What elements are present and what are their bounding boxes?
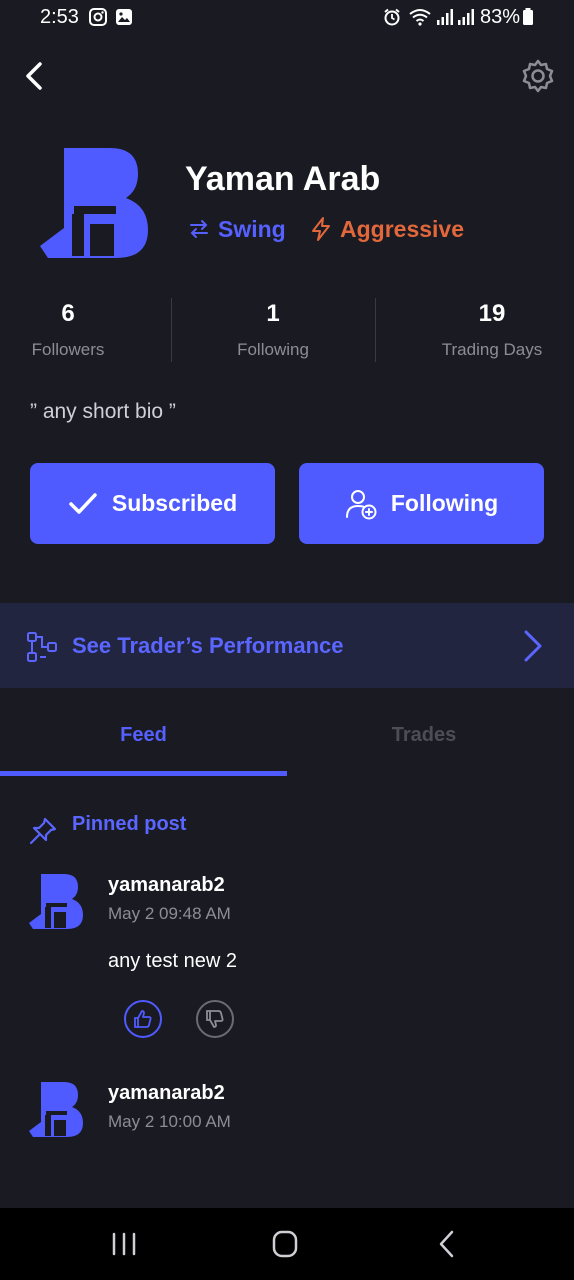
- trading-days-count: 19: [478, 300, 506, 327]
- gear-icon[interactable]: [518, 56, 558, 96]
- like-button[interactable]: [124, 1000, 162, 1038]
- aggressive-tag: Aggressive: [310, 214, 464, 244]
- followers-count: 6: [61, 300, 75, 327]
- post-avatar[interactable]: [28, 873, 84, 929]
- signal-icon: [437, 9, 453, 25]
- following-label-btn: Following: [390, 490, 499, 516]
- trader-performance-link[interactable]: See Trader’s Performance: [0, 603, 574, 688]
- post-avatar[interactable]: [28, 1081, 84, 1137]
- status-time: 2:53: [40, 6, 79, 28]
- system-nav-bar: [0, 1208, 574, 1280]
- post-timestamp: May 2 10:00 AM: [108, 1112, 231, 1131]
- battery-icon: [523, 8, 533, 25]
- performance-label: See Trader’s Performance: [72, 633, 344, 658]
- chevron-right-icon: [524, 630, 542, 662]
- swing-tag: Swing: [188, 214, 286, 244]
- back-nav-icon[interactable]: [427, 1226, 467, 1262]
- post-body: any test new 2: [108, 950, 237, 972]
- status-bar: 2:53 83%: [0, 0, 574, 36]
- instagram-icon: [89, 8, 107, 26]
- home-icon[interactable]: [265, 1226, 305, 1262]
- profile-name: Yaman Arab: [185, 160, 381, 198]
- subscribed-label: Subscribed: [111, 490, 238, 516]
- profile-screen: 2:53 83% Yaman Arab Swing Aggressive 6 F…: [0, 0, 574, 1280]
- active-tab-indicator: [0, 771, 287, 776]
- following-count: 1: [266, 300, 280, 327]
- lightning-icon: [312, 217, 330, 241]
- avatar: [40, 148, 148, 258]
- dislike-button[interactable]: [196, 1000, 234, 1038]
- subscribed-button[interactable]: Subscribed: [30, 463, 275, 544]
- tab-trades[interactable]: Trades: [287, 724, 561, 747]
- wifi-icon: [409, 9, 431, 26]
- profile-bio: ” any short bio ”: [30, 400, 176, 423]
- aggressive-tag-label: Aggressive: [340, 215, 465, 242]
- trading-days-label: Trading Days: [441, 340, 543, 359]
- back-arrow-icon[interactable]: [18, 56, 58, 96]
- followers-label: Followers: [31, 340, 105, 359]
- gallery-icon: [116, 9, 132, 25]
- pin-icon: [29, 817, 57, 845]
- following-label: Following: [237, 340, 309, 359]
- signal-icon-2: [458, 9, 474, 25]
- post-username[interactable]: yamanarab2: [108, 1082, 225, 1105]
- tab-feed[interactable]: Feed: [0, 724, 287, 747]
- recent-apps-icon[interactable]: [104, 1226, 144, 1262]
- followers-stat[interactable]: 6 Followers: [18, 300, 118, 360]
- alarm-icon: [384, 8, 400, 26]
- stat-divider: [375, 298, 376, 362]
- swing-tag-label: Swing: [218, 215, 286, 242]
- post-username[interactable]: yamanarab2: [108, 874, 225, 897]
- checkmark-icon: [69, 492, 97, 514]
- pinned-post-label: Pinned post: [72, 813, 187, 835]
- trading-days-stat: 19 Trading Days: [426, 300, 558, 360]
- user-add-icon: [345, 489, 377, 519]
- battery-percent: 83%: [480, 6, 521, 28]
- following-stat[interactable]: 1 Following: [213, 300, 333, 360]
- following-button[interactable]: Following: [299, 463, 544, 544]
- stat-divider: [171, 298, 172, 362]
- swap-arrows-icon: [190, 220, 208, 238]
- flowchart-icon: [27, 632, 57, 662]
- post-timestamp: May 2 09:48 AM: [108, 904, 231, 923]
- thumbs-down-icon: [206, 1010, 224, 1028]
- thumbs-up-icon: [134, 1010, 152, 1028]
